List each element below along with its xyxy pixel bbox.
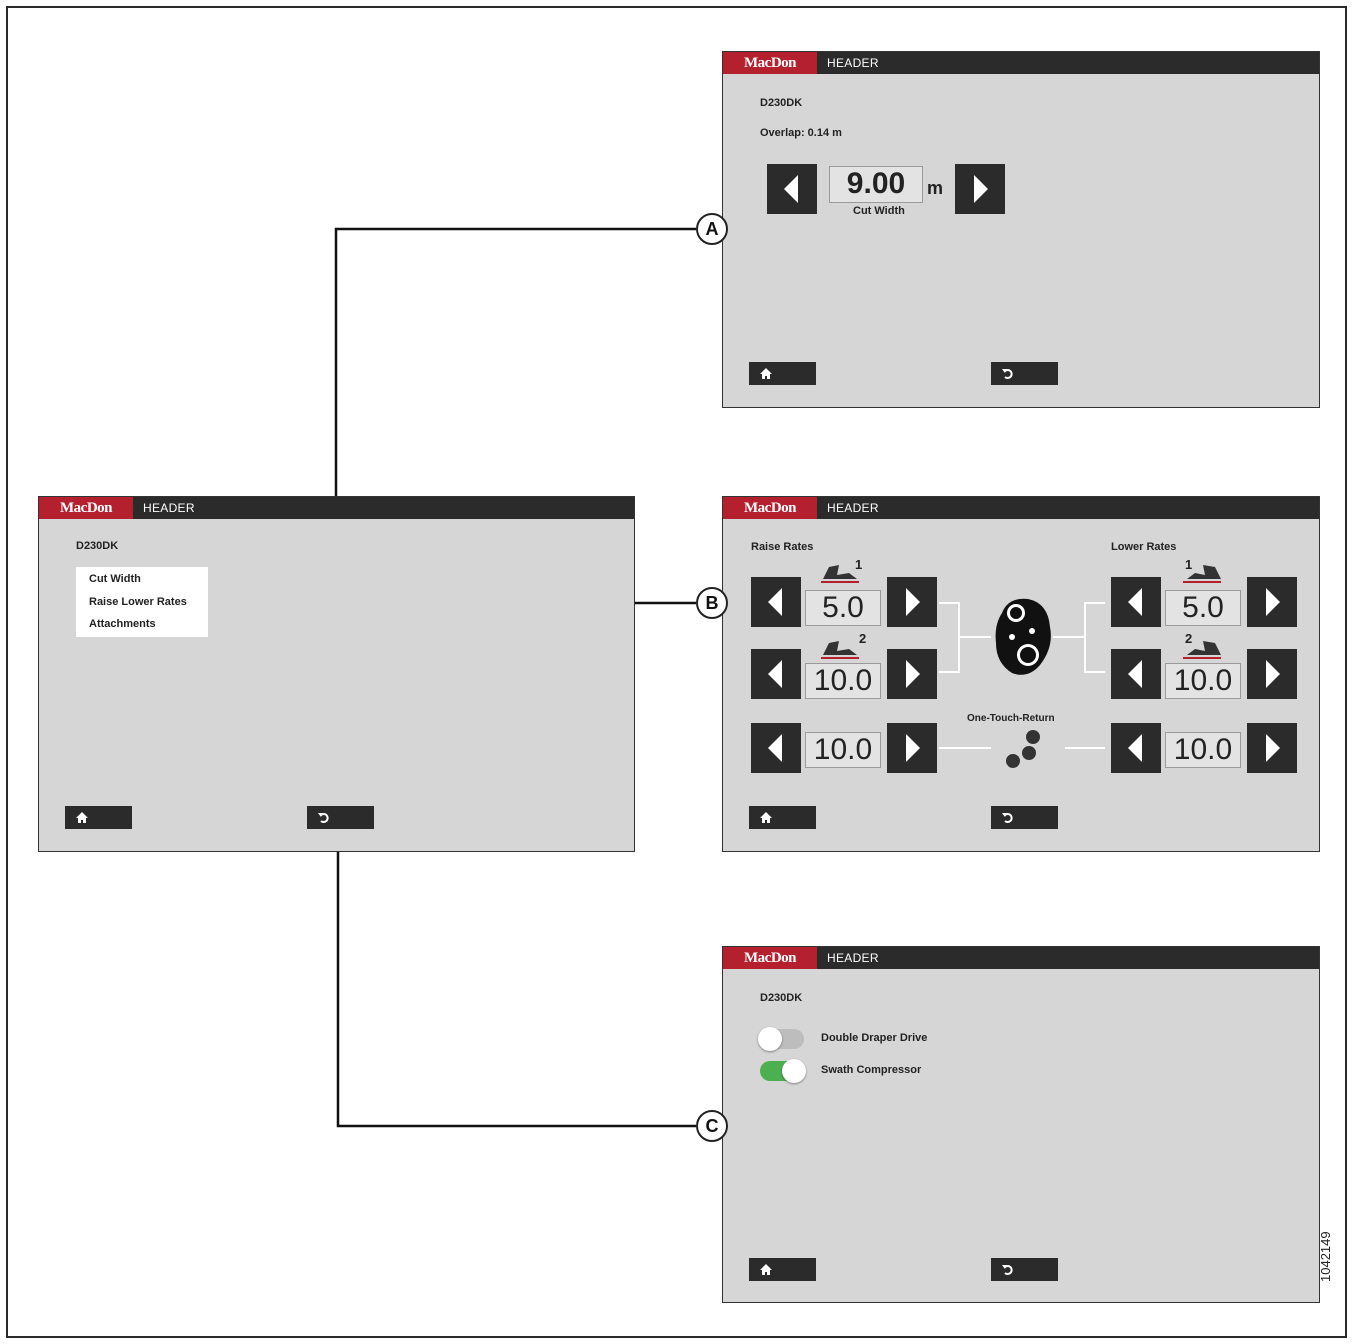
model-label: D230DK — [76, 540, 119, 552]
otr-right-decrease-button[interactable] — [1111, 723, 1161, 773]
lower-rate-2-badge: 2 — [1185, 631, 1193, 646]
one-touch-return-icon — [1006, 730, 1040, 768]
top-bar: MacDon HEADER — [39, 497, 634, 519]
back-button[interactable] — [991, 806, 1058, 829]
double-draper-drive-toggle[interactable] — [758, 1027, 804, 1051]
back-icon — [1002, 369, 1013, 379]
rates-screen: MacDon HEADER Raise Rates Lower Rates 1 … — [722, 496, 1320, 852]
joystick-icon — [995, 598, 1051, 675]
model-label: D230DK — [760, 97, 803, 109]
back-button[interactable] — [991, 1258, 1058, 1281]
main-menu-screen: MacDon HEADER D230DK Cut Width Raise Low… — [38, 496, 635, 852]
screen-title: HEADER — [143, 501, 195, 515]
raise-rate-2-badge: 2 — [859, 631, 867, 646]
back-icon — [1002, 813, 1013, 823]
raise-rate-2-increase-button[interactable] — [887, 649, 937, 699]
left-arrow-icon — [1128, 660, 1142, 688]
increase-cut-width-button[interactable] — [955, 164, 1005, 214]
swath-compressor-toggle[interactable] — [760, 1059, 806, 1083]
otr-left-value: 10.0 — [805, 732, 881, 768]
menu-item-raise-lower-rates[interactable]: Raise Lower Rates — [89, 596, 187, 608]
left-arrow-icon — [768, 734, 782, 762]
home-icon — [76, 812, 88, 823]
menu-item-attachments[interactable]: Attachments — [89, 618, 156, 630]
macdon-logo: MacDon — [723, 947, 817, 969]
header-menu: Cut Width Raise Lower Rates Attachments — [76, 567, 208, 637]
otr-left-decrease-button[interactable] — [751, 723, 801, 773]
raise-rate-2-decrease-button[interactable] — [751, 649, 801, 699]
menu-item-cut-width[interactable]: Cut Width — [89, 573, 141, 585]
cut-width-unit: m — [927, 178, 944, 198]
right-arrow-icon — [1266, 660, 1280, 688]
home-icon — [760, 1264, 772, 1275]
callout-c: C — [696, 1110, 728, 1142]
attachments-screen: MacDon HEADER D230DK Double Draper Drive… — [722, 946, 1320, 1303]
left-arrow-icon — [1128, 734, 1142, 762]
macdon-logo: MacDon — [39, 497, 133, 519]
top-bar: MacDon HEADER — [723, 947, 1319, 969]
toggle-knob — [782, 1059, 806, 1083]
cut-width-value: 9.00 — [829, 166, 923, 203]
decrease-cut-width-button[interactable] — [767, 164, 817, 214]
lower-rate-2-increase-button[interactable] — [1247, 649, 1297, 699]
figure-id: 1042149 — [1318, 1231, 1333, 1282]
raise-rate-2-header-icon — [821, 641, 859, 659]
swath-compressor-label: Swath Compressor — [821, 1064, 922, 1076]
left-arrow-icon — [768, 588, 782, 616]
back-icon — [318, 813, 329, 823]
cut-width-label: Cut Width — [853, 205, 905, 217]
lower-rate-1-decrease-button[interactable] — [1111, 577, 1161, 627]
back-icon — [1002, 1265, 1013, 1275]
macdon-logo: MacDon — [723, 52, 817, 74]
screen-title: HEADER — [827, 56, 879, 70]
home-button[interactable] — [749, 1258, 816, 1281]
otr-left-increase-button[interactable] — [887, 723, 937, 773]
overlap-label: Overlap: 0.14 m — [760, 127, 842, 139]
home-button[interactable] — [749, 362, 816, 385]
top-bar: MacDon HEADER — [723, 52, 1319, 74]
raise-rate-1-value: 5.0 — [805, 590, 881, 626]
model-label: D230DK — [760, 992, 803, 1004]
home-button[interactable] — [65, 806, 132, 829]
lower-rate-2-decrease-button[interactable] — [1111, 649, 1161, 699]
lower-rate-1-increase-button[interactable] — [1247, 577, 1297, 627]
raise-rate-1-increase-button[interactable] — [887, 577, 937, 627]
right-arrow-icon — [906, 660, 920, 688]
cut-width-number: 9.00 — [846, 167, 906, 200]
raise-rate-1-decrease-button[interactable] — [751, 577, 801, 627]
home-icon — [760, 812, 772, 823]
otr-right-increase-button[interactable] — [1247, 723, 1297, 773]
left-arrow-icon — [768, 660, 782, 688]
home-icon — [760, 368, 772, 379]
callout-b: B — [696, 587, 728, 619]
left-arrow-icon — [1128, 588, 1142, 616]
lower-rate-1-badge: 1 — [1185, 557, 1193, 572]
back-button[interactable] — [991, 362, 1058, 385]
right-arrow-icon — [1266, 734, 1280, 762]
toggle-knob — [758, 1027, 782, 1051]
raise-rate-2-value: 10.0 — [805, 663, 881, 699]
home-button[interactable] — [749, 806, 816, 829]
lower-rate-1-value: 5.0 — [1165, 590, 1241, 626]
right-arrow-icon — [906, 588, 920, 616]
raise-rate-1-badge: 1 — [855, 557, 863, 572]
cut-width-screen: MacDon HEADER D230DK Overlap: 0.14 m 9.0… — [722, 51, 1320, 408]
otr-right-value: 10.0 — [1165, 732, 1241, 768]
one-touch-return-label: One-Touch-Return — [967, 713, 1055, 724]
lower-rate-2-value: 10.0 — [1165, 663, 1241, 699]
screen-title: HEADER — [827, 951, 879, 965]
right-arrow-icon — [1266, 588, 1280, 616]
callout-a: A — [696, 213, 728, 245]
left-arrow-icon — [784, 175, 798, 203]
right-arrow-icon — [974, 175, 988, 203]
double-draper-drive-label: Double Draper Drive — [821, 1032, 928, 1044]
right-arrow-icon — [906, 734, 920, 762]
back-button[interactable] — [307, 806, 374, 829]
